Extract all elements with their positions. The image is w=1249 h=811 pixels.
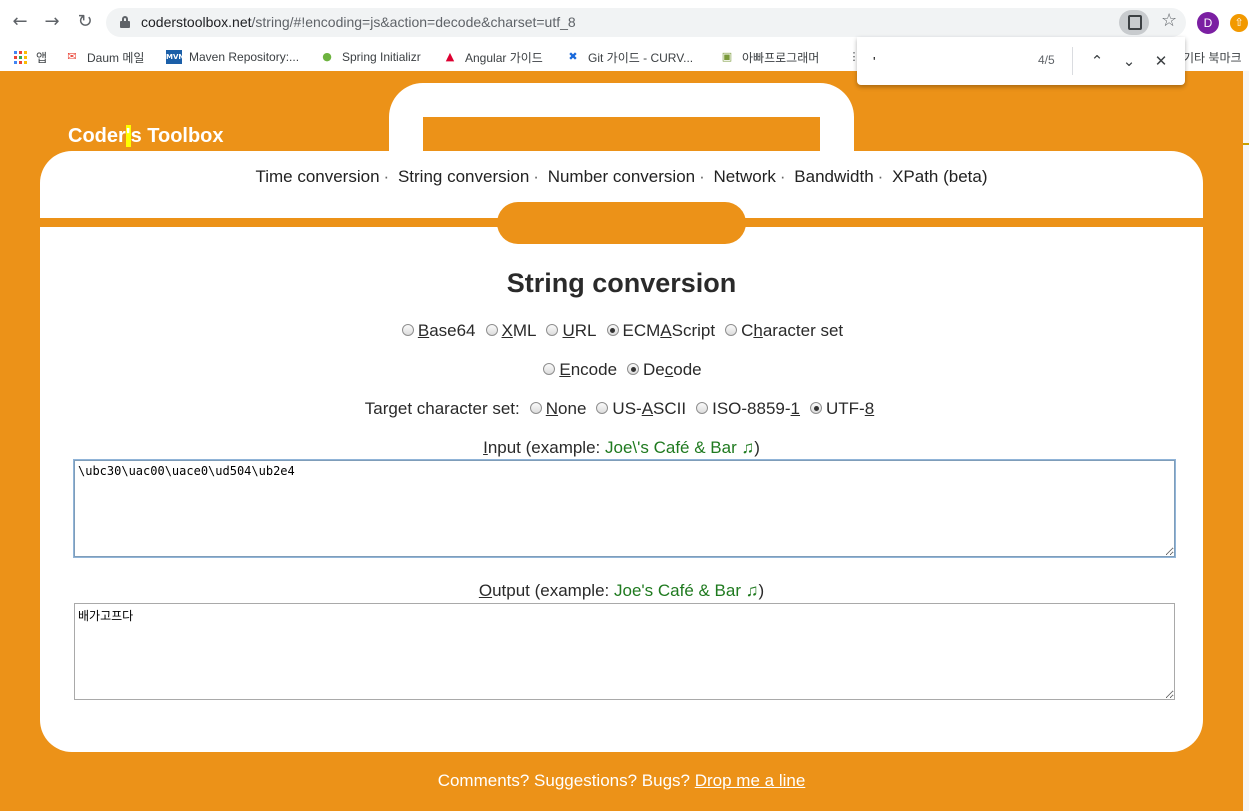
label-url[interactable]: URL bbox=[562, 321, 596, 341]
blog-icon: ▣ bbox=[721, 50, 733, 63]
find-close-icon[interactable]: ✕ bbox=[1149, 49, 1173, 73]
radio-charset-iso-8859-1[interactable] bbox=[696, 402, 709, 414]
label-decode[interactable]: Decode bbox=[643, 360, 702, 380]
bookmark-daum-mail[interactable]: ✉ Daum 메일 bbox=[64, 48, 144, 66]
bookmark-spring[interactable]: ● Spring Initializr bbox=[319, 48, 421, 66]
nav-number-conversion[interactable]: Number conversion bbox=[548, 167, 695, 186]
radio-ecmascript[interactable] bbox=[606, 324, 619, 336]
radio-charset-none[interactable] bbox=[529, 402, 542, 414]
spring-icon: ● bbox=[322, 50, 332, 63]
label-base64[interactable]: Base64 bbox=[418, 321, 476, 341]
radio-url[interactable] bbox=[546, 324, 559, 336]
apps-grid-icon bbox=[14, 50, 27, 64]
radio-encode[interactable] bbox=[543, 363, 556, 375]
find-input[interactable] bbox=[871, 51, 1031, 71]
address-bar[interactable]: coderstoolbox.net/string/#!encoding=js&a… bbox=[106, 8, 1186, 37]
site-brand[interactable]: Coder's Toolbox bbox=[68, 125, 224, 148]
reload-icon[interactable]: ↻ bbox=[71, 8, 99, 36]
nav-bandwidth[interactable]: Bandwidth bbox=[794, 167, 873, 186]
label-ecmascript[interactable]: ECMAScript bbox=[623, 321, 716, 341]
back-icon[interactable]: ← bbox=[6, 8, 34, 36]
bookmark-other[interactable]: 기타 북마크 bbox=[1183, 48, 1242, 66]
radio-decode[interactable] bbox=[627, 363, 640, 375]
header-tab-inner bbox=[423, 117, 820, 153]
label-charset-iso-8859-1[interactable]: ISO-8859-1 bbox=[712, 399, 800, 419]
nav-pill bbox=[497, 202, 746, 244]
main-panel: Time conversion · String conversion · Numb… bbox=[40, 151, 1203, 752]
confluence-icon: ✖ bbox=[568, 50, 578, 63]
label-charset-us-ascii[interactable]: US-ASCII bbox=[612, 399, 686, 419]
input-label: Input (example: Joe\'s Café & Bar ♫) bbox=[483, 438, 760, 457]
lock-icon bbox=[120, 16, 130, 28]
update-icon[interactable]: ⇧ bbox=[1230, 14, 1248, 32]
radio-charset-utf-8[interactable] bbox=[810, 402, 823, 414]
output-label: Output (example: Joe's Café & Bar ♫) bbox=[478, 581, 765, 600]
output-textarea[interactable]: 배가고프다 bbox=[74, 603, 1175, 700]
find-next-icon[interactable]: ⌄ bbox=[1117, 49, 1141, 73]
charset-label: Target character set: bbox=[364, 399, 520, 418]
mail-icon: ✉ bbox=[67, 50, 77, 63]
find-match-count: 4/5 bbox=[1038, 53, 1055, 67]
radio-xml[interactable] bbox=[485, 324, 498, 336]
encoding-options: Base64 XML URL ECMAScript Character set bbox=[40, 321, 1203, 341]
label-xml[interactable]: XML bbox=[502, 321, 537, 341]
label-charset-none[interactable]: None bbox=[546, 399, 587, 419]
forward-icon[interactable]: → bbox=[38, 8, 66, 36]
nav-time-conversion[interactable]: Time conversion bbox=[255, 167, 379, 186]
find-bar: 4/5 ⌃ ⌄ ✕ bbox=[857, 37, 1185, 85]
contact-link[interactable]: Drop me a line bbox=[695, 771, 806, 790]
label-character-set[interactable]: Character set bbox=[741, 321, 843, 341]
input-textarea[interactable]: \ubc30\uac00\uace0\ud504\ub2e4 bbox=[74, 460, 1175, 557]
profile-avatar[interactable]: D bbox=[1197, 12, 1219, 34]
bookmark-star-icon[interactable]: ☆ bbox=[1161, 10, 1177, 31]
radio-character-set[interactable] bbox=[725, 324, 738, 336]
top-nav: Time conversion · String conversion · Numb… bbox=[255, 167, 988, 186]
output-example: Joe's Café & Bar ♫ bbox=[613, 581, 759, 600]
find-in-page-icon[interactable] bbox=[1119, 10, 1149, 35]
bookmark-angular[interactable]: ▲ Angular 가이드 bbox=[442, 48, 543, 66]
maven-icon: MVN bbox=[166, 50, 184, 64]
nav-network[interactable]: Network bbox=[714, 167, 776, 186]
charset-options: Target character set: None US-ASCII ISO-… bbox=[40, 399, 1203, 419]
url-text[interactable]: coderstoolbox.net/string/#!encoding=js&a… bbox=[141, 14, 576, 30]
bookmark-apps[interactable]: 앱 bbox=[14, 48, 47, 66]
action-options: Encode Decode bbox=[40, 360, 1203, 380]
nav-string-conversion[interactable]: String conversion bbox=[398, 167, 529, 186]
angular-icon: ▲ bbox=[445, 50, 455, 63]
page-scrollbar[interactable] bbox=[1243, 71, 1249, 811]
bookmark-maven[interactable]: MVN Maven Repository:... bbox=[166, 48, 299, 66]
bookmark-git-guide[interactable]: ✖ Git 가이드 - CURV... bbox=[565, 48, 693, 66]
radio-base64[interactable] bbox=[401, 324, 414, 336]
radio-charset-us-ascii[interactable] bbox=[596, 402, 609, 414]
page-title: String conversion bbox=[506, 268, 737, 298]
nav-xpath[interactable]: XPath (beta) bbox=[892, 167, 987, 186]
input-example: Joe\'s Café & Bar ♫ bbox=[605, 438, 755, 457]
bookmark-blog[interactable]: ▣ 아빠프로그래머 bbox=[719, 48, 819, 66]
find-previous-icon[interactable]: ⌃ bbox=[1085, 49, 1109, 73]
footer: Comments? Suggestions? Bugs? Drop me a l… bbox=[437, 771, 806, 790]
label-charset-utf-8[interactable]: UTF-8 bbox=[826, 399, 874, 419]
find-divider bbox=[1072, 47, 1073, 75]
label-encode[interactable]: Encode bbox=[559, 360, 617, 380]
